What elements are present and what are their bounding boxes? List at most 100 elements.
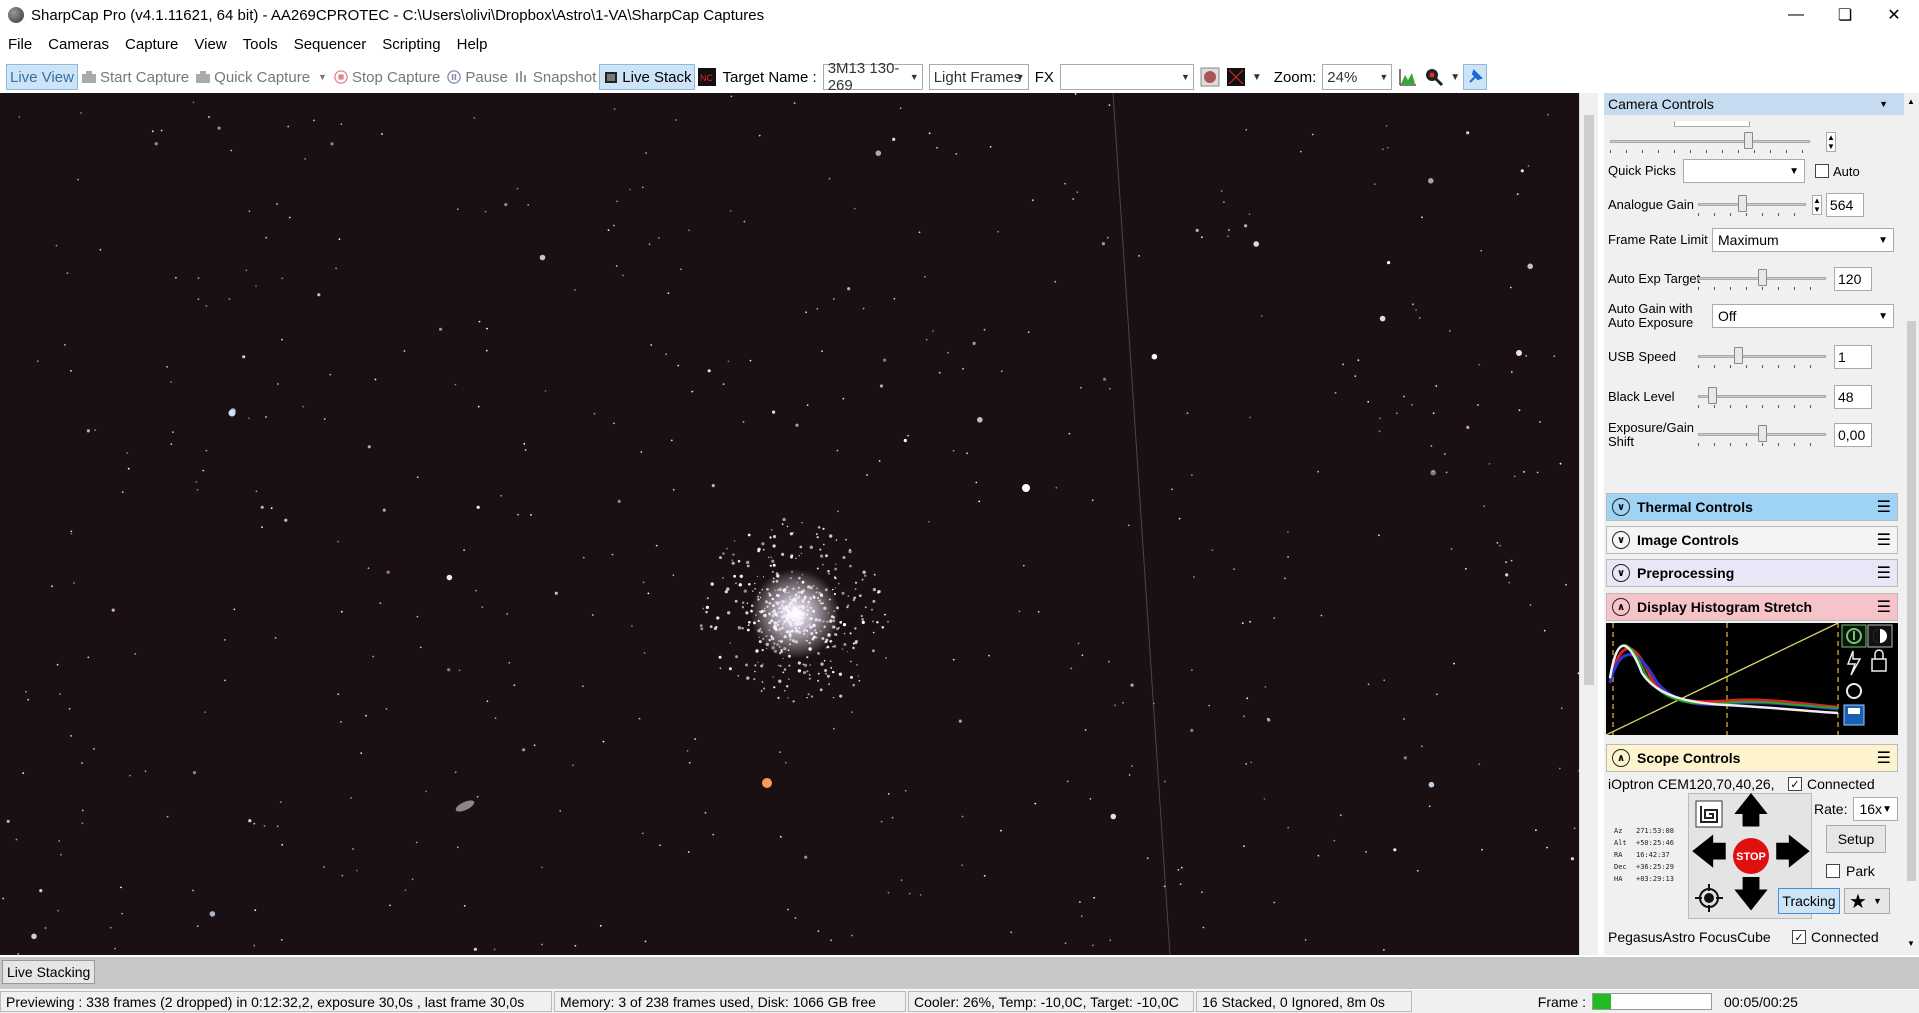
chevron-up-icon[interactable]: ∧ — [1612, 598, 1630, 616]
black-level-value[interactable]: 48 — [1834, 385, 1872, 409]
target-name-combo[interactable]: 3M13 130-269 ▼ — [822, 60, 923, 94]
park-row: Park — [1826, 861, 1896, 881]
setup-button[interactable]: Setup — [1826, 825, 1886, 853]
menu-cameras[interactable]: Cameras — [40, 30, 117, 60]
menu-view[interactable]: View — [186, 30, 234, 60]
menu-file[interactable]: File — [0, 30, 40, 60]
chevron-down-icon[interactable]: ▼ — [1249, 64, 1265, 90]
camera-icon — [196, 71, 211, 83]
usb-speed-value[interactable]: 1 — [1834, 345, 1872, 369]
exposure-slider[interactable] — [1610, 132, 1810, 153]
pause-button[interactable]: Pause — [443, 64, 511, 90]
slew-south-button[interactable]: 🡇 — [1731, 873, 1771, 918]
display-histogram-section[interactable]: ∧ Display Histogram Stretch ☰ — [1606, 593, 1898, 621]
frame-type-combo[interactable]: Light Frames ▼ — [928, 64, 1029, 90]
histogram-stretch-graph[interactable] — [1605, 622, 1898, 736]
menu-help[interactable]: Help — [449, 30, 496, 60]
tracking-button[interactable]: Tracking — [1778, 888, 1840, 914]
chevron-down-icon[interactable]: ▼ — [1447, 64, 1463, 90]
auto-exp-target-slider[interactable] — [1698, 269, 1826, 290]
auto-exp-target-value[interactable]: 120 — [1834, 267, 1872, 291]
window-title: SharpCap Pro (v4.1.11621, 64 bit) - AA26… — [31, 6, 765, 24]
chevron-down-icon[interactable]: ▼ — [1879, 99, 1888, 109]
reticle-button[interactable] — [1197, 64, 1223, 90]
menu-capture[interactable]: Capture — [117, 30, 186, 60]
quick-picks-dropdown[interactable]: ▼ — [1683, 159, 1805, 183]
section-title: Scope Controls — [1637, 750, 1741, 766]
histogram-button[interactable] — [1395, 64, 1421, 90]
analogue-gain-value[interactable]: 564 — [1825, 193, 1864, 217]
exposure-gain-shift-value[interactable]: 0,00 — [1834, 423, 1872, 447]
menu-tools[interactable]: Tools — [235, 30, 286, 60]
section-title: Thermal Controls — [1637, 499, 1753, 515]
exposure-gain-shift-slider[interactable] — [1698, 425, 1826, 446]
arrow-right-icon: 🡆 — [1774, 830, 1812, 872]
scrollbar-thumb[interactable] — [1907, 321, 1916, 881]
live-view-button[interactable]: Live View — [6, 64, 78, 90]
image-scrollbar[interactable] — [1579, 93, 1598, 955]
zoom-combo[interactable]: 24% ▼ — [1322, 64, 1393, 90]
frame-progress-fill — [1593, 994, 1611, 1009]
frame-rate-row: Frame Rate Limit Maximum ▼ — [1608, 223, 1900, 257]
hamburger-menu-icon[interactable]: ☰ — [1877, 597, 1891, 617]
slew-north-button[interactable]: 🡅 — [1731, 789, 1771, 834]
chevron-down-icon: ▼ — [1882, 803, 1892, 815]
overlay-button[interactable] — [1223, 64, 1249, 90]
panel-scrollbar[interactable]: ▲ ▼ — [1904, 93, 1919, 955]
chevron-up-icon[interactable]: ▲ — [1907, 97, 1915, 106]
hamburger-menu-icon[interactable]: ☰ — [1877, 530, 1891, 550]
chevron-down-icon[interactable]: ∨ — [1612, 564, 1630, 582]
image-viewport[interactable] — [0, 93, 1579, 955]
auto-gain-dropdown[interactable]: Off ▼ — [1712, 304, 1894, 328]
chevron-up-icon[interactable]: ∧ — [1612, 749, 1630, 767]
thermal-controls-section[interactable]: ∨ Thermal Controls ☰ — [1606, 493, 1898, 521]
image-controls-section[interactable]: ∨ Image Controls ☰ — [1606, 526, 1898, 554]
histogram-icon — [1399, 69, 1417, 86]
focuser-connected-label: Connected — [1811, 929, 1879, 945]
auto-checkbox[interactable] — [1815, 164, 1829, 178]
restore-button[interactable]: ❏ — [1822, 0, 1868, 30]
preprocessing-section[interactable]: ∨ Preprocessing ☰ — [1606, 559, 1898, 587]
live-stacking-tab[interactable]: Live Stacking — [2, 960, 96, 984]
slew-east-button[interactable]: 🡆 — [1773, 831, 1813, 876]
chevron-down-icon[interactable]: ▼ — [1907, 939, 1915, 948]
exposure-spinner[interactable]: ▲ ▼ — [1826, 132, 1836, 152]
stop-capture-button[interactable]: Stop Capture — [330, 64, 443, 90]
pin-button[interactable] — [1463, 64, 1488, 90]
mount-connected-checkbox[interactable]: ✓ — [1788, 777, 1802, 791]
slew-west-button[interactable]: 🡄 — [1689, 831, 1729, 876]
black-level-slider[interactable] — [1698, 387, 1826, 408]
tracking-mode-dropdown[interactable]: ★ ▼ — [1844, 888, 1890, 914]
night-mode-icon: NC — [698, 68, 717, 86]
quick-capture-button[interactable]: Quick Capture ▼ — [192, 64, 330, 90]
rate-dropdown[interactable]: 16x ▼ — [1853, 797, 1898, 821]
chevron-down-icon[interactable]: ∨ — [1612, 531, 1630, 549]
focuser-connected-checkbox[interactable]: ✓ — [1792, 930, 1806, 944]
rate-value: 16x — [1859, 801, 1883, 817]
crosshair-icon — [1695, 884, 1723, 912]
park-checkbox[interactable] — [1826, 864, 1840, 878]
hamburger-menu-icon[interactable]: ☰ — [1877, 748, 1891, 768]
target-button[interactable] — [1689, 878, 1729, 918]
gain-spinner[interactable]: ▲ ▼ — [1812, 195, 1822, 215]
fx-combo[interactable]: ▼ — [1059, 64, 1194, 90]
close-button[interactable]: ✕ — [1871, 0, 1917, 30]
menu-scripting[interactable]: Scripting — [374, 30, 448, 60]
usb-speed-slider[interactable] — [1698, 347, 1826, 368]
menu-sequencer[interactable]: Sequencer — [286, 30, 375, 60]
chevron-down-icon[interactable]: ∨ — [1612, 498, 1630, 516]
star-field-image — [2, 93, 1579, 955]
zoom-tool-button[interactable] — [1421, 64, 1447, 90]
start-capture-button[interactable]: Start Capture — [78, 64, 192, 90]
hamburger-menu-icon[interactable]: ☰ — [1877, 497, 1891, 517]
scrollbar-thumb[interactable] — [1584, 115, 1594, 685]
minimize-button[interactable]: — — [1773, 0, 1819, 30]
hamburger-menu-icon[interactable]: ☰ — [1877, 563, 1891, 583]
pause-icon — [447, 70, 462, 84]
night-vision-button[interactable]: NC — [695, 64, 719, 90]
analogue-gain-slider[interactable] — [1698, 195, 1806, 216]
live-stack-button[interactable]: Live Stack — [599, 64, 696, 90]
snapshot-button[interactable]: Snapshot — [511, 64, 599, 90]
frame-rate-dropdown[interactable]: Maximum ▼ — [1712, 228, 1894, 252]
scope-controls-section[interactable]: ∧ Scope Controls ☰ — [1606, 744, 1898, 772]
